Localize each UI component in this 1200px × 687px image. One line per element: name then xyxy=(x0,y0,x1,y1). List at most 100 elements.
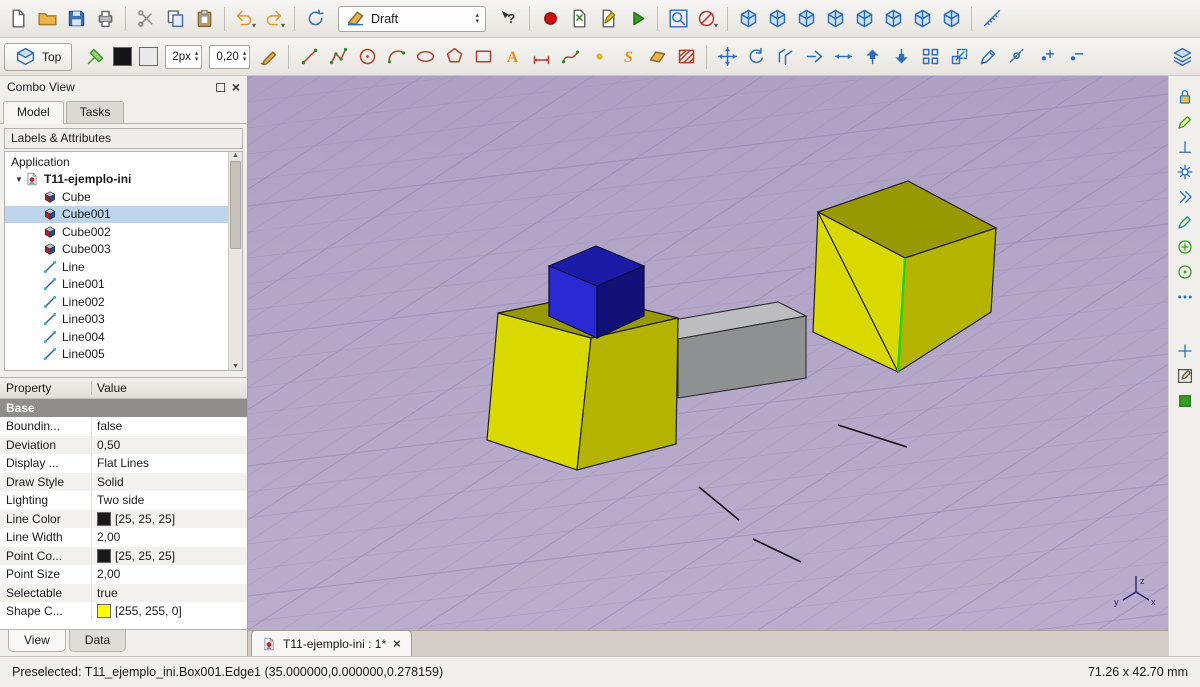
working-plane-button[interactable]: Top xyxy=(4,43,72,71)
workbench-selector[interactable]: Draft▴▾ xyxy=(338,6,486,32)
value-column-header[interactable]: Value xyxy=(92,381,127,395)
3d-viewport[interactable]: z x y xyxy=(248,76,1168,630)
scroll-up-icon[interactable]: ▲ xyxy=(232,152,239,159)
view-right-icon[interactable] xyxy=(821,5,849,33)
property-row-line-color[interactable]: Line Color[25, 25, 25] xyxy=(0,510,247,529)
edit-icon[interactable] xyxy=(974,43,1002,71)
tab-tasks[interactable]: Tasks xyxy=(66,101,125,123)
apply-style-icon[interactable] xyxy=(254,43,282,71)
array-icon[interactable] xyxy=(916,43,944,71)
print-icon[interactable] xyxy=(91,5,119,33)
edit-mode-icon[interactable] xyxy=(1172,365,1198,387)
remove-point-icon[interactable] xyxy=(1061,43,1089,71)
color-swatch[interactable] xyxy=(97,604,111,618)
draft-ellipse-icon[interactable] xyxy=(411,43,439,71)
paste-icon[interactable] xyxy=(190,5,218,33)
draft-arc-icon[interactable] xyxy=(382,43,410,71)
snap-angle-icon[interactable] xyxy=(1172,261,1198,283)
copy-icon[interactable] xyxy=(161,5,189,33)
property-value[interactable]: 0,50 xyxy=(92,438,120,452)
stepper-arrows[interactable]: ▴▾ xyxy=(195,51,199,63)
draft-polygon-icon[interactable] xyxy=(440,43,468,71)
color-swatch[interactable] xyxy=(97,549,111,563)
close-panel-icon[interactable]: × xyxy=(232,82,240,93)
view-left-icon[interactable] xyxy=(908,5,936,33)
draft-point-icon[interactable] xyxy=(585,43,613,71)
tree-item-line003[interactable]: Line003 xyxy=(5,311,229,329)
view-axonometric-icon[interactable] xyxy=(937,5,965,33)
tree-item-line005[interactable]: Line005 xyxy=(5,346,229,364)
macro-edit-icon[interactable] xyxy=(594,5,622,33)
draft-hatch-icon[interactable] xyxy=(672,43,700,71)
dropdown-arrow[interactable]: ▾ xyxy=(281,21,285,33)
property-value[interactable]: [25, 25, 25] xyxy=(92,549,175,563)
snap-special-icon[interactable] xyxy=(1172,286,1198,308)
upgrade-icon[interactable] xyxy=(858,43,886,71)
add-point-icon[interactable] xyxy=(1032,43,1060,71)
property-value[interactable]: 2,00 xyxy=(92,530,120,544)
snap-parallel-icon[interactable] xyxy=(1172,186,1198,208)
view-top-icon[interactable] xyxy=(792,5,820,33)
dropdown-arrow[interactable]: ▾ xyxy=(252,21,256,33)
property-value[interactable]: [255, 255, 0] xyxy=(92,604,182,618)
property-row-lighting[interactable]: LightingTwo side xyxy=(0,491,247,510)
tab-view[interactable]: View xyxy=(8,630,66,652)
save-document-icon[interactable] xyxy=(62,5,90,33)
tree-scrollbar[interactable]: ▲ ▼ xyxy=(228,152,242,370)
property-row-draw-style[interactable]: Draw StyleSolid xyxy=(0,473,247,492)
finish-edit-icon[interactable] xyxy=(1172,390,1198,412)
tree-item-cube001[interactable]: Cube001 xyxy=(5,206,229,224)
property-value[interactable]: Flat Lines xyxy=(92,456,149,470)
open-document-icon[interactable] xyxy=(33,5,61,33)
draft-facebinder-icon[interactable] xyxy=(643,43,671,71)
snap-perpendicular-icon[interactable] xyxy=(1172,136,1198,158)
snap-center-icon[interactable] xyxy=(1172,236,1198,258)
downgrade-icon[interactable] xyxy=(887,43,915,71)
draft-shapestring-icon[interactable]: S xyxy=(614,43,642,71)
close-document-icon[interactable]: × xyxy=(393,636,401,651)
scrollbar-thumb[interactable] xyxy=(230,161,241,249)
stretch-icon[interactable] xyxy=(829,43,857,71)
draft-line-icon[interactable] xyxy=(295,43,323,71)
property-value[interactable]: Two side xyxy=(92,493,144,507)
property-value[interactable]: false xyxy=(92,419,122,433)
cut-icon[interactable] xyxy=(132,5,160,33)
tree-item-document[interactable]: ▼T11-ejemplo-ini xyxy=(5,171,229,189)
float-panel-icon[interactable] xyxy=(216,83,225,92)
property-row-deviation[interactable]: Deviation0,50 xyxy=(0,436,247,455)
draw-style-icon[interactable]: ▾ xyxy=(693,5,721,33)
viewport-canvas[interactable]: z x y xyxy=(248,76,1168,630)
property-row-selectable[interactable]: Selectabletrue xyxy=(0,584,247,603)
snap-lock-icon[interactable] xyxy=(1172,86,1198,108)
tree-item-cube002[interactable]: Cube002 xyxy=(5,223,229,241)
rotate-icon[interactable] xyxy=(742,43,770,71)
whats-this-icon[interactable]: ? xyxy=(495,5,523,33)
tree-root-application[interactable]: Application xyxy=(5,153,229,171)
property-row-display[interactable]: Display ...Flat Lines xyxy=(0,454,247,473)
view-isometric-icon[interactable] xyxy=(734,5,762,33)
construction-mode-icon[interactable] xyxy=(81,43,109,71)
document-tab[interactable]: T11-ejemplo-ini : 1* × xyxy=(251,630,412,656)
scale-icon[interactable] xyxy=(945,43,973,71)
draft-rectangle-icon[interactable] xyxy=(469,43,497,71)
refresh-icon[interactable] xyxy=(301,5,329,33)
draft-dimension-icon[interactable] xyxy=(527,43,555,71)
text-scale-spinbox[interactable]: 0,20▴▾ xyxy=(209,45,250,69)
combo-arrows[interactable]: ▴▾ xyxy=(475,13,479,25)
tree-item-line004[interactable]: Line004 xyxy=(5,328,229,346)
property-value[interactable]: true xyxy=(92,586,118,600)
property-group-base[interactable]: Base xyxy=(0,399,247,417)
face-color-swatch[interactable] xyxy=(139,47,158,66)
tree-item-line[interactable]: Line xyxy=(5,258,229,276)
draft-bspline-icon[interactable] xyxy=(556,43,584,71)
view-rear-icon[interactable] xyxy=(850,5,878,33)
property-row-point-size[interactable]: Point Size2,00 xyxy=(0,565,247,584)
property-row-point-co[interactable]: Point Co...[25, 25, 25] xyxy=(0,547,247,566)
property-column-header[interactable]: Property xyxy=(0,381,92,395)
snap-extension-icon[interactable] xyxy=(1172,211,1198,233)
property-row-line-width[interactable]: Line Width2,00 xyxy=(0,528,247,547)
macro-open-icon[interactable] xyxy=(565,5,593,33)
tree-item-line002[interactable]: Line002 xyxy=(5,293,229,311)
tree-item-cube003[interactable]: Cube003 xyxy=(5,241,229,259)
tree-item-line001[interactable]: Line001 xyxy=(5,276,229,294)
